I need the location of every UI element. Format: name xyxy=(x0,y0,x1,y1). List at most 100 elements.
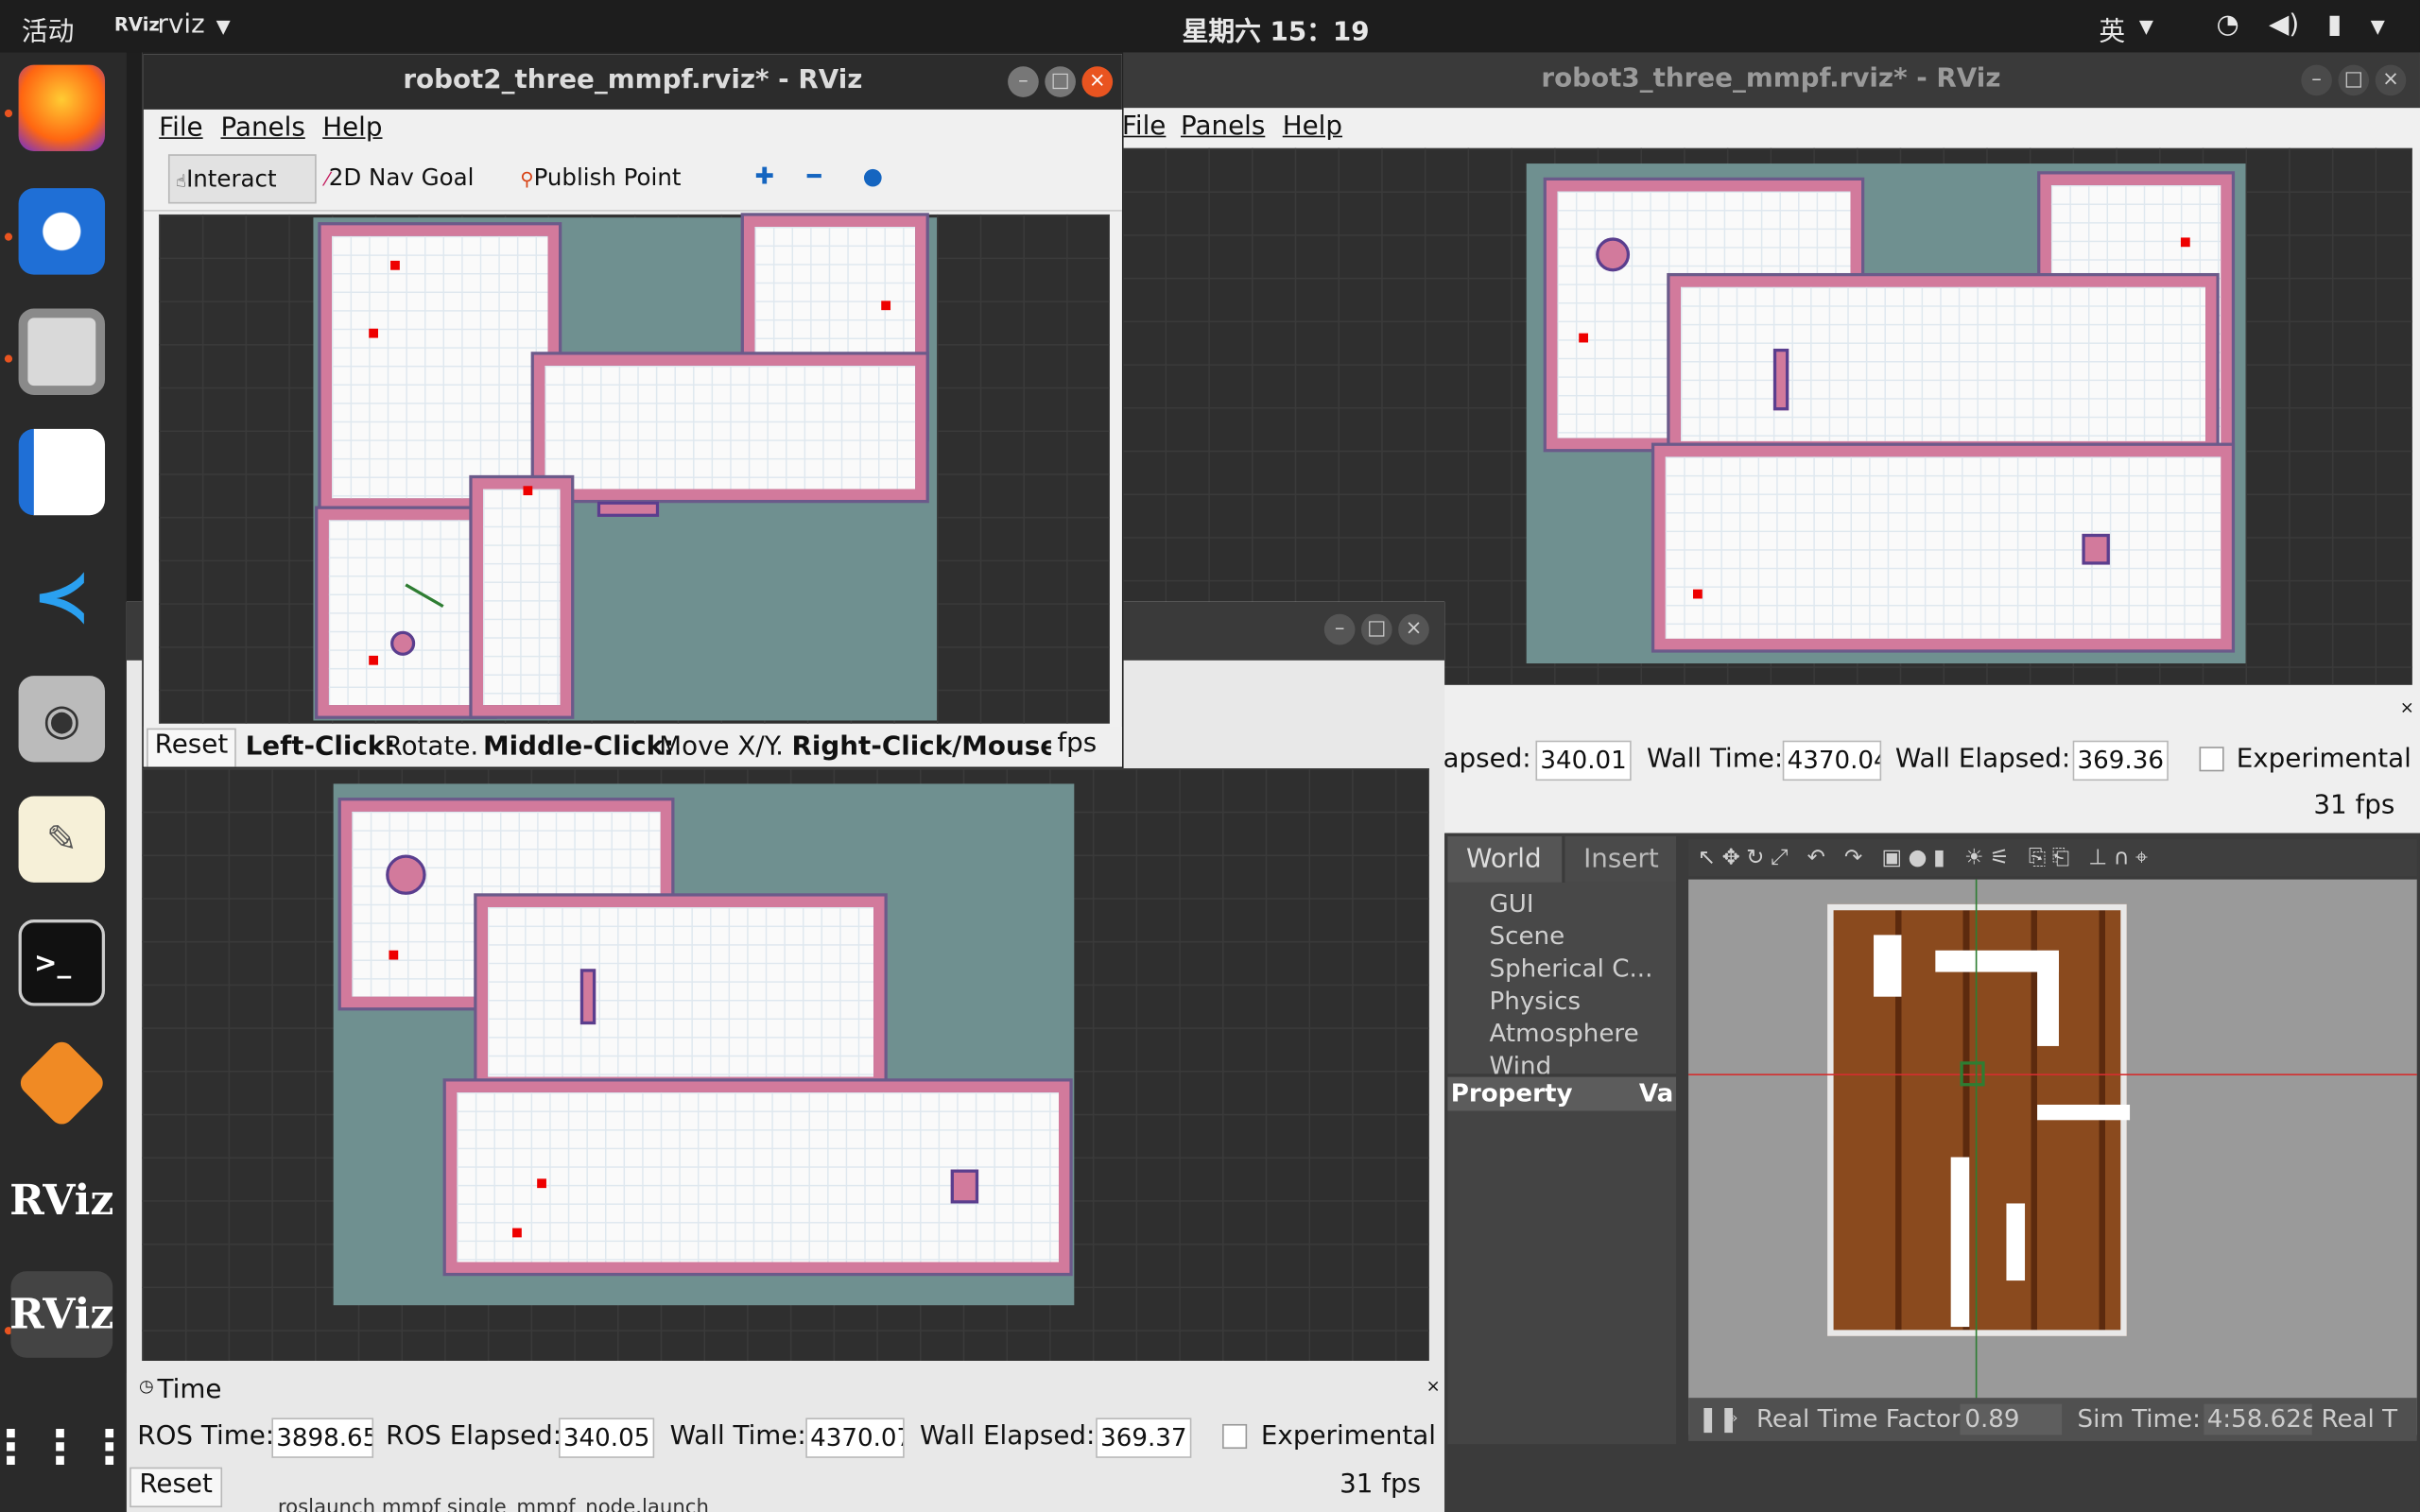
map-obstacle xyxy=(2082,533,2110,565)
activities-button[interactable]: 活动 xyxy=(22,9,75,48)
menu-panels[interactable]: Panels xyxy=(220,112,304,144)
wall-time-label: Wall Time: xyxy=(1647,743,1784,775)
window-title[interactable]: robot2_three_mmpf.rviz* - RViz xyxy=(143,54,1122,110)
remove-tool-icon[interactable]: ━ xyxy=(807,162,821,189)
tree-item-spherical[interactable]: Spherical C... xyxy=(1490,952,1677,984)
frontier-point xyxy=(2180,237,2190,248)
tree-item-atmosphere[interactable]: Atmosphere xyxy=(1490,1017,1677,1049)
maximize-icon[interactable]: □ xyxy=(1360,613,1392,645)
ros-elapsed-value[interactable]: 340.05 xyxy=(559,1418,655,1458)
clock[interactable]: 星期六 15：19 xyxy=(1183,9,1370,48)
tab-world[interactable]: World xyxy=(1447,835,1563,883)
reset-button[interactable]: Reset xyxy=(147,728,236,767)
minimize-icon[interactable]: – xyxy=(2301,64,2332,96)
menu-help[interactable]: Help xyxy=(1283,112,1342,143)
3d-viewport[interactable] xyxy=(142,768,1429,1361)
value-label: Va xyxy=(1638,1078,1674,1108)
menu-file[interactable]: File xyxy=(1122,112,1166,143)
ros-elapsed-label: ROS Elapsed: xyxy=(386,1420,562,1452)
menu-help[interactable]: Help xyxy=(322,112,382,144)
world-wall xyxy=(2006,1203,2026,1281)
property-label: Property xyxy=(1450,1078,1573,1108)
panel-collapse-icon[interactable]: ◷ xyxy=(139,1376,154,1396)
ros-time-value[interactable]: 3898.65 xyxy=(271,1418,374,1458)
chevron-down-icon[interactable]: ▼ xyxy=(2139,15,2153,37)
time-panel: ◷ Time × ROS Time: 3898.65 ROS Elapsed: … xyxy=(126,1373,1445,1512)
tree-item-physics[interactable]: Physics xyxy=(1490,985,1677,1017)
wifi-icon[interactable]: ◔ xyxy=(2216,9,2238,41)
add-tool-icon[interactable]: ✚ xyxy=(754,162,774,189)
minimize-icon[interactable]: – xyxy=(1323,613,1356,645)
reset-button[interactable]: Reset xyxy=(130,1467,223,1508)
thunderbird-icon[interactable] xyxy=(18,188,106,275)
wall-elapsed-value[interactable]: 369.36 xyxy=(2072,740,2169,782)
step-icon[interactable]: » xyxy=(1729,1398,1738,1441)
software-icon[interactable] xyxy=(15,1037,108,1129)
battery-icon[interactable]: ▮ xyxy=(2327,9,2342,41)
close-icon[interactable]: × xyxy=(1081,66,1114,97)
frontier-point xyxy=(369,328,378,338)
close-icon[interactable]: × xyxy=(1426,1376,1441,1396)
y-axis-line xyxy=(1975,879,1978,1435)
3d-viewport[interactable] xyxy=(159,214,1110,724)
input-method[interactable]: 英 xyxy=(2099,9,2125,48)
apps-grid-icon[interactable]: ⋮⋮⋮ xyxy=(0,1404,132,1490)
tab-insert[interactable]: Insert xyxy=(1564,835,1677,883)
wall-time-value[interactable]: 4370.04 xyxy=(1782,740,1882,782)
experimental-label: Experimental xyxy=(2236,743,2411,775)
map-free-region xyxy=(318,508,494,716)
menu-file[interactable]: File xyxy=(159,112,202,144)
close-icon[interactable]: × xyxy=(1398,613,1429,645)
publish-point-tool-button[interactable]: ⚲Publish Point xyxy=(520,163,681,191)
frontier-point xyxy=(537,1178,546,1189)
camera-icon[interactable]: ◉ xyxy=(18,676,106,763)
window-title[interactable]: robot3_three_mmpf.rviz* - RViz xyxy=(1121,52,2420,109)
experimental-label: Experimental xyxy=(1260,1420,1436,1452)
text-editor-icon[interactable]: ✎ xyxy=(18,796,106,883)
close-icon[interactable]: × xyxy=(2400,697,2414,717)
rviz-dock-icon-1[interactable]: RViz xyxy=(9,1157,113,1243)
experimental-checkbox[interactable] xyxy=(2199,747,2224,772)
nav-goal-tool-button[interactable]: ⁄2D Nav Goal xyxy=(325,163,474,191)
interact-tool-button[interactable]: ☝Interact xyxy=(167,154,317,204)
gazebo-3d-scene[interactable] xyxy=(1688,879,2417,1435)
wall-time-label: Wall Time: xyxy=(669,1420,806,1452)
experimental-checkbox[interactable] xyxy=(1222,1423,1248,1450)
hint-middle-click: Middle-Click: xyxy=(483,730,675,763)
property-panel xyxy=(1447,1110,1677,1445)
gazebo-toolbar[interactable]: ↖✥↻⤢ ↶ ↷ ▣●▮ ☀⚟ ⎘⎗ ⊥∩⌖ xyxy=(1688,839,2417,877)
minimize-icon[interactable]: – xyxy=(1008,66,1039,97)
menu-panels[interactable]: Panels xyxy=(1181,112,1265,143)
toolbar: ☝Interact ⁄2D Nav Goal ⚲Publish Point ✚ … xyxy=(143,149,1122,212)
maximize-icon[interactable]: □ xyxy=(2338,64,2370,96)
menu-bar: File Panels Help xyxy=(1121,108,2420,148)
tree-item-scene[interactable]: Scene xyxy=(1490,919,1677,952)
chevron-down-icon[interactable]: ▼ xyxy=(216,15,231,37)
time-panel: apsed: 340.01 Wall Time: 4370.04 Wall El… xyxy=(1443,684,2420,833)
tree-item-gui[interactable]: GUI xyxy=(1490,887,1677,919)
hint-move: Move X/Y. xyxy=(659,730,784,763)
writer-icon[interactable] xyxy=(18,428,106,516)
files-icon[interactable] xyxy=(18,308,106,395)
ros-elapsed-value[interactable]: 340.01 xyxy=(1535,740,1632,782)
tool-properties-icon[interactable]: ● xyxy=(863,162,883,189)
rviz-dock-icon-2[interactable]: RViz xyxy=(9,1271,113,1358)
map-obstacle xyxy=(579,969,596,1025)
vscode-icon[interactable]: ≺ xyxy=(19,552,105,638)
volume-icon[interactable]: ◀) xyxy=(2269,9,2299,41)
wall-time-value[interactable]: 4370.07 xyxy=(805,1418,905,1458)
frontier-point xyxy=(881,301,891,311)
map-free-region xyxy=(1654,445,2232,650)
running-indicator xyxy=(4,354,13,363)
terminal-icon[interactable]: >_ xyxy=(18,919,106,1006)
gazebo-bottom-bar: ❚❚ » Real Time Factor: 0.89 Sim Time: 4:… xyxy=(1688,1398,2417,1441)
close-icon[interactable]: × xyxy=(2375,64,2407,96)
wall-elapsed-value[interactable]: 369.37 xyxy=(1096,1418,1192,1458)
maximize-icon[interactable]: □ xyxy=(1045,66,1076,97)
tree-item-wind[interactable]: Wind xyxy=(1490,1049,1677,1074)
wall-elapsed-label: Wall Elapsed: xyxy=(1894,743,2071,775)
app-menu[interactable]: rviz xyxy=(158,9,205,41)
firefox-icon[interactable] xyxy=(18,64,106,151)
rtf-value: 0.89 xyxy=(1960,1403,2063,1435)
system-menu-chevron-icon[interactable]: ▼ xyxy=(2371,15,2385,37)
